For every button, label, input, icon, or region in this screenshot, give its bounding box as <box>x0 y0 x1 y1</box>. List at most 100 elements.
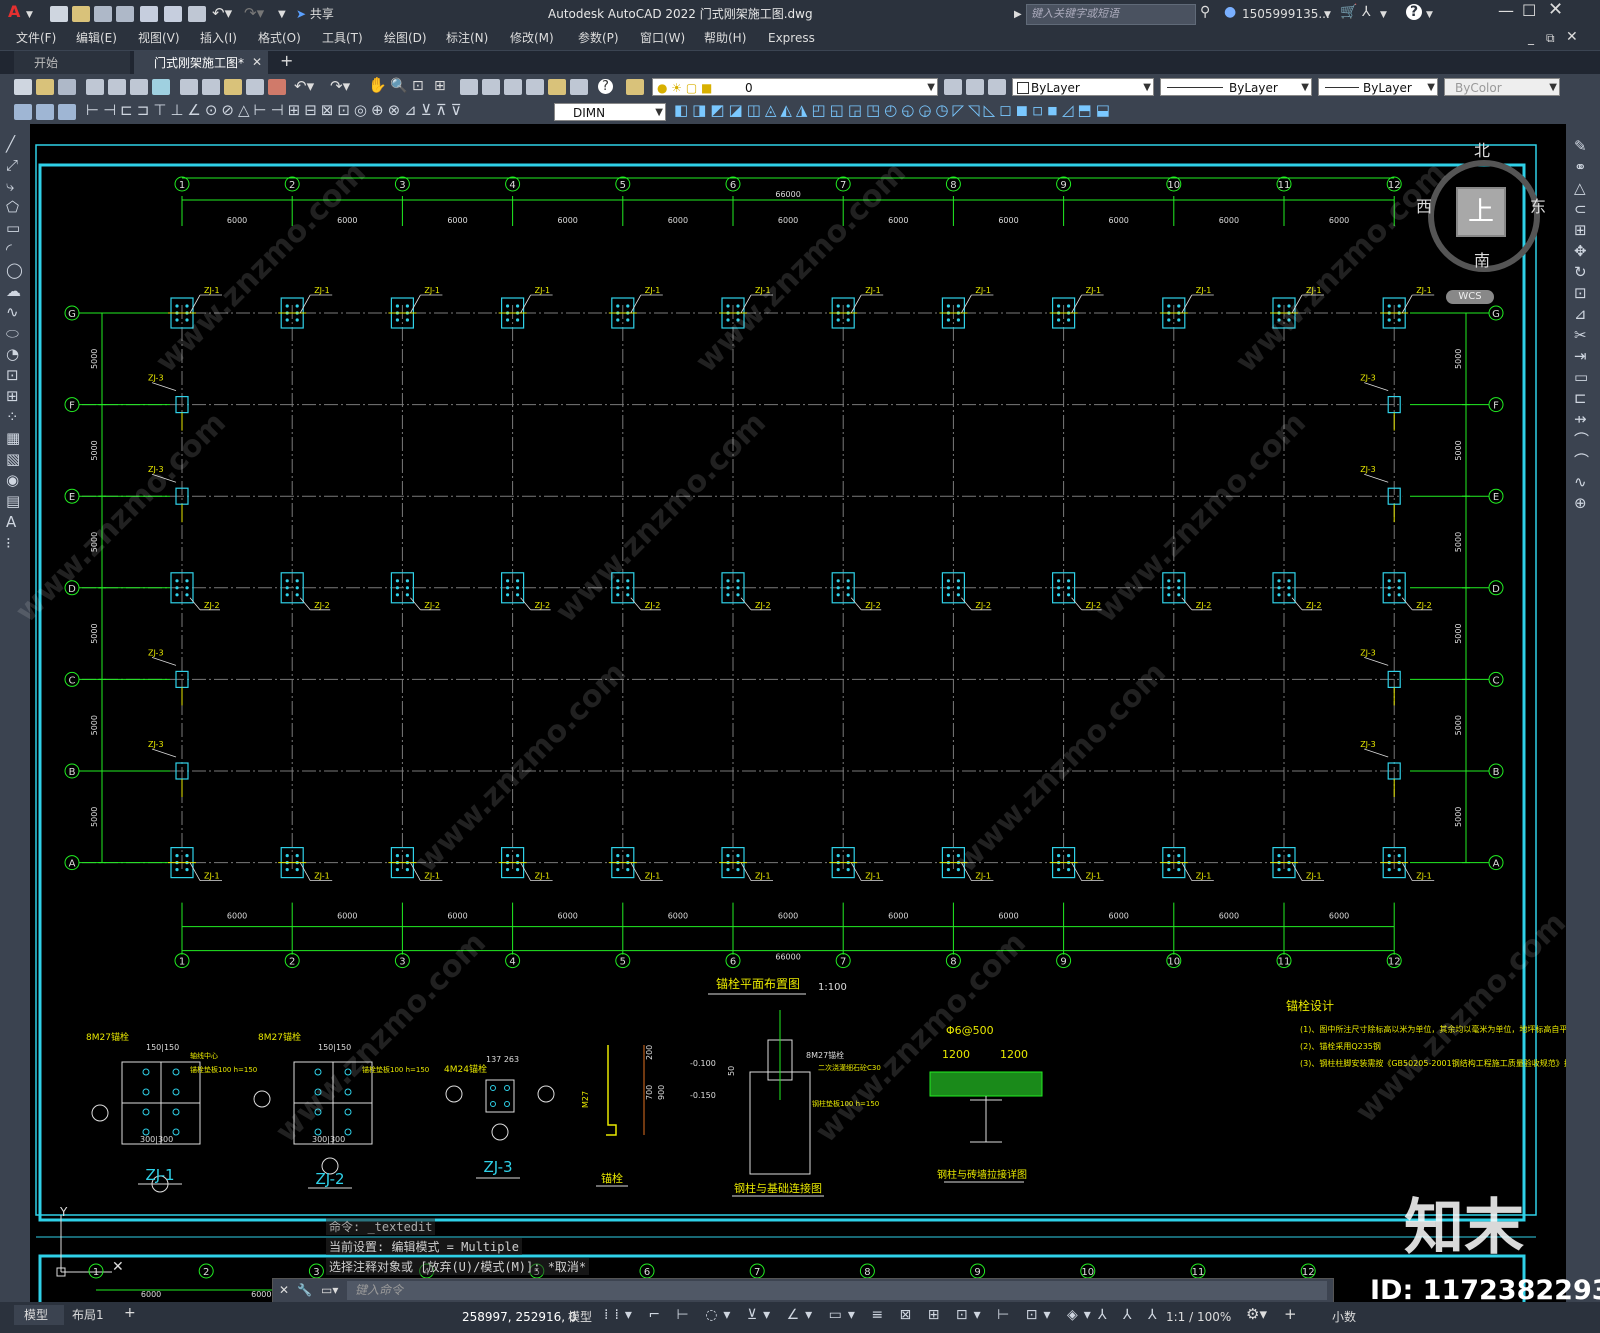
menu-file[interactable]: 文件(F) <box>16 31 56 45</box>
tb-dim-arc-icon[interactable] <box>58 104 76 120</box>
tb-3dprint-icon[interactable] <box>152 79 170 95</box>
menu-express[interactable]: Express <box>768 31 815 45</box>
save-web-icon[interactable] <box>164 6 182 22</box>
doc-minimize-button[interactable]: _ <box>1528 31 1534 45</box>
minimize-button[interactable]: — <box>1498 3 1514 19</box>
help-dropdown-icon[interactable]: ▼ <box>1426 8 1433 22</box>
tab-model[interactable]: 模型 <box>14 1305 64 1325</box>
viewcube-top-face[interactable]: 上 <box>1456 187 1506 237</box>
open-icon[interactable] <box>72 6 90 22</box>
tb-sheetset-icon[interactable] <box>526 79 544 95</box>
maximize-button[interactable]: ☐ <box>1522 3 1536 19</box>
menu-insert[interactable]: 插入(I) <box>200 31 237 45</box>
tb-dim-aligned-icon[interactable] <box>36 104 54 120</box>
dim-tools-icons[interactable]: ⊢⊣⊏⊐⊤⊥∠⊙⊘△⊢⊣⊞⊟⊠⊡◎⊕⊗⊿⊻⊼⊽ <box>86 103 466 118</box>
close-button[interactable]: ✕ <box>1548 1 1563 19</box>
tb-undo-icon[interactable]: ↶▾ <box>294 79 314 94</box>
doc-close-button[interactable]: ✕ <box>1566 30 1578 44</box>
tab-start[interactable]: 开始 <box>14 51 130 75</box>
tb-markup-icon[interactable] <box>548 79 566 95</box>
tb-properties-icon[interactable] <box>460 79 478 95</box>
wcs-menu[interactable]: WCS <box>1446 290 1494 304</box>
menu-parametric[interactable]: 参数(P) <box>578 31 619 45</box>
dimstyle-dropdown[interactable]: DIMN ▼ <box>554 103 666 121</box>
menu-dimension[interactable]: 标注(N) <box>446 31 488 45</box>
tb-layer-state-icon[interactable] <box>988 79 1006 95</box>
menu-tools[interactable]: 工具(T) <box>322 31 363 45</box>
menu-format[interactable]: 格式(O) <box>258 31 301 45</box>
search-expand-icon[interactable]: ▶ <box>1014 8 1022 22</box>
viewcube[interactable]: 上 北 南 西 东 WCS <box>1416 140 1550 304</box>
share-button[interactable]: ➤ 共享 <box>296 7 334 21</box>
menu-edit[interactable]: 编辑(E) <box>76 31 117 45</box>
search-icon[interactable]: ⚲ <box>1200 5 1210 19</box>
workspace-gear-icon[interactable]: ⚙▾ <box>1246 1307 1267 1322</box>
plot-icon[interactable] <box>188 6 206 22</box>
undo-icon[interactable]: ↶▾ <box>212 6 232 21</box>
tb-make-current-icon[interactable] <box>944 79 962 95</box>
tb-help-icon[interactable]: ? <box>598 79 613 94</box>
save-as-icon[interactable] <box>116 6 134 22</box>
tb-matchprop-icon[interactable] <box>246 79 264 95</box>
tb-zoom-window-icon[interactable]: ⊡ <box>412 79 424 93</box>
tb-publish-icon[interactable] <box>130 79 148 95</box>
command-input[interactable]: 键入命令 <box>347 1281 1327 1300</box>
tb-new-icon[interactable] <box>14 79 32 95</box>
user-icon[interactable]: ● <box>1224 5 1236 19</box>
coordinates-readout[interactable]: 258997, 252916, 0 <box>462 1310 577 1324</box>
cmd-close-icon[interactable]: ✕ <box>279 1283 289 1297</box>
tb-designcenter-icon[interactable] <box>482 79 500 95</box>
menu-view[interactable]: 视图(V) <box>138 31 180 45</box>
new-tab-button[interactable]: + <box>280 53 293 69</box>
tb-toolpalette-icon[interactable] <box>504 79 522 95</box>
units-readout[interactable]: 小数 <box>1332 1310 1356 1324</box>
autocad-logo[interactable]: A <box>8 4 20 20</box>
doc-restore-button[interactable]: ⧉ <box>1546 31 1555 45</box>
model-space-toggle[interactable]: 模型 <box>568 1310 592 1324</box>
linetype-dropdown[interactable]: ByLayer ▼ <box>1160 78 1312 96</box>
new-icon[interactable] <box>50 6 68 22</box>
annotation-icons[interactable]: ⅄ ⅄ ⅄ <box>1098 1308 1163 1322</box>
viewcube-north[interactable]: 北 <box>1474 143 1490 159</box>
tb-redo-icon[interactable]: ↷▾ <box>330 79 350 94</box>
cart-icon[interactable]: 🛒 <box>1340 5 1357 19</box>
menu-help[interactable]: 帮助(H) <box>704 31 746 45</box>
tb-save-icon[interactable] <box>58 79 76 95</box>
menu-draw[interactable]: 绘图(D) <box>384 31 427 45</box>
tab-layout1[interactable]: 布局1 <box>72 1308 104 1322</box>
tb-zoom-realtime-icon[interactable]: 🔍 <box>390 79 407 93</box>
drawing-canvas[interactable]: Y ✕ 6000 6000 6000 6000 6000 6000 6000 6000 6000… <box>30 124 1566 1302</box>
modify-strip-icons[interactable]: ✎ ⚭ △ ⊂ ⊞ ✥ ↻ ⊡ ⊿ ✂ ⇥ ▭ ⊏ ⇸ ⌒ ⌒ ∿ ⊕ <box>1574 136 1592 514</box>
tab-close-icon[interactable]: ✕ <box>252 55 262 69</box>
search-input[interactable]: 键入关键字或短语 <box>1026 4 1196 25</box>
color-dropdown[interactable]: ByLayer ▼ <box>1012 78 1154 96</box>
tb-paste-icon[interactable] <box>224 79 242 95</box>
annotation-monitor-icon[interactable]: + <box>1284 1307 1297 1322</box>
tb-calc-icon[interactable] <box>570 79 588 95</box>
user-name[interactable]: 1505999135... <box>1242 7 1330 21</box>
tab-drawing[interactable]: 门式刚架施工图* ✕ <box>134 51 268 75</box>
tb-dim-linear-icon[interactable] <box>14 104 32 120</box>
viewcube-east[interactable]: 东 <box>1530 199 1546 215</box>
connect-dropdown-icon[interactable]: ▼ <box>1380 8 1387 22</box>
tb-layer-previous-icon[interactable] <box>966 79 984 95</box>
tb-layer-props-icon[interactable] <box>626 79 644 95</box>
app-menu-arrow-icon[interactable]: ▼ <box>26 8 33 22</box>
tb-plot-icon[interactable] <box>86 79 104 95</box>
annotation-scale[interactable]: 1:1 / 100% <box>1166 1310 1231 1324</box>
redo-icon[interactable]: ↷▾ <box>244 6 264 21</box>
tb-preview-icon[interactable] <box>108 79 126 95</box>
connect-icon[interactable]: ⅄ <box>1362 5 1371 19</box>
cmd-prompt-icon[interactable]: ▭▾ <box>321 1283 338 1297</box>
tb-cut-icon[interactable] <box>180 79 198 95</box>
add-layout-button[interactable]: + <box>124 1306 136 1320</box>
modify-tools-icons[interactable]: ◧◨◩◪◫◬◭◮◰◱◲◳◴◵◶◷◸◹◺◻◼◽◾◿⬒⬓ <box>674 103 1114 118</box>
user-dropdown-icon[interactable]: ▼ <box>1324 8 1331 22</box>
tb-pan-icon[interactable]: ✋ <box>368 78 387 93</box>
draw-tools-icons[interactable]: ╱ ⤢ ⤷ ⬠ ▭ ◜ ◯ ☁ ∿ ⬭ ◔ ⊡ ⊞ ⁘ ▦ ▧ ◉ ▤ A ⁝ <box>6 134 24 554</box>
layer-dropdown[interactable]: ● ☀ ▢ ■ 0 ▼ <box>652 78 938 96</box>
open-web-icon[interactable] <box>140 6 158 22</box>
help-icon[interactable]: ? <box>1406 4 1422 20</box>
status-toggles-icons[interactable]: ⁞⁞▾ ⌐ ⊢ ◌▾ ⊻▾ ∠▾ ▭▾ ≡ ⊠ ⊞ ⊡▾ ⊢ ⊡▾ ◈▾ <box>604 1308 1097 1322</box>
tb-copy-icon[interactable] <box>202 79 220 95</box>
